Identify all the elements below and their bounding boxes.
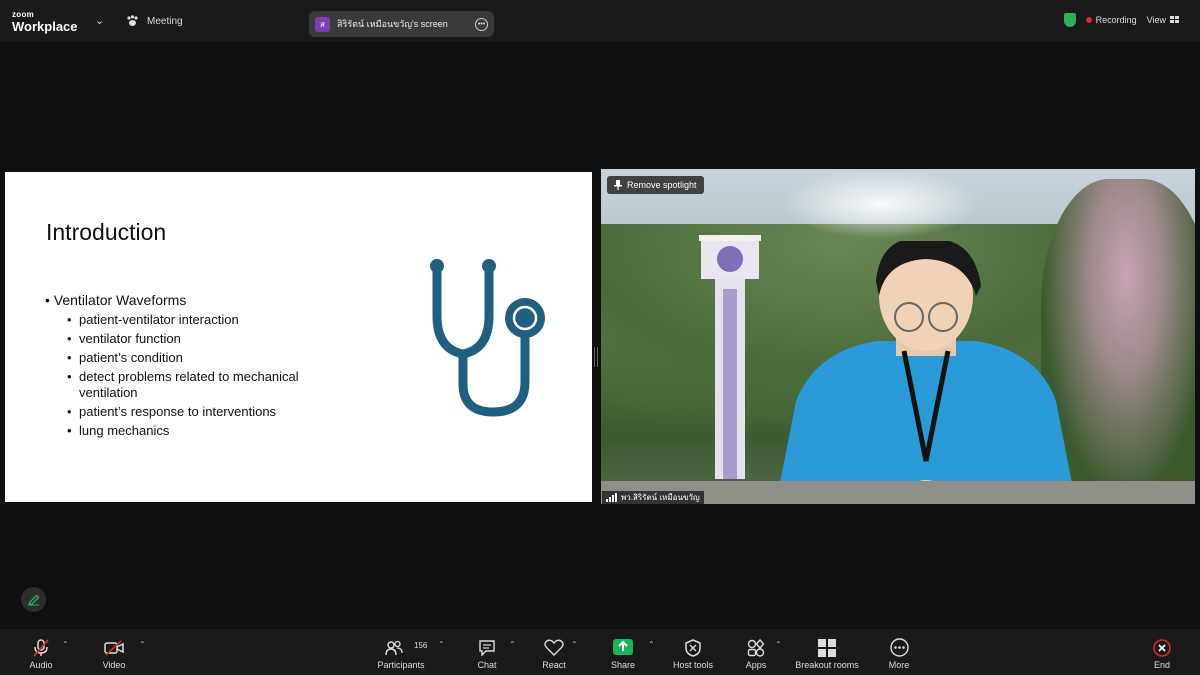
more-button[interactable]: More [884, 629, 914, 675]
host-tools-label: Host tools [672, 660, 714, 670]
end-label: End [1153, 660, 1170, 670]
participants-label: Participants [377, 660, 425, 670]
react-caret-icon[interactable]: ⌃ [571, 640, 578, 649]
top-bar: zoom Workplace ⌄ Meeting ส สิริรัตน์ เหม… [0, 0, 1200, 42]
apps-label: Apps [745, 660, 767, 670]
chat-label: Chat [477, 660, 497, 670]
remove-spotlight-label: Remove spotlight [627, 180, 697, 190]
participants-icon [385, 640, 403, 655]
brand-bottom: Workplace [12, 19, 78, 34]
apps-caret-icon[interactable]: ⌃ [775, 640, 782, 649]
view-grid-icon [1170, 16, 1179, 23]
recording-label: Recording [1095, 15, 1137, 25]
chat-caret-icon[interactable]: ⌃ [509, 640, 516, 649]
share-label: Share [610, 660, 636, 670]
remove-spotlight-button[interactable]: Remove spotlight [607, 176, 704, 194]
view-button[interactable]: View [1147, 15, 1180, 25]
breakout-rooms-icon [818, 638, 836, 657]
slide-bullet-list: patient-ventilator interaction ventilato… [67, 312, 349, 442]
camera-off-icon [104, 639, 124, 656]
host-tools-button[interactable]: Host tools [668, 629, 718, 675]
stethoscope-icon [430, 259, 545, 417]
video-background-mist [781, 169, 981, 239]
participants-button[interactable]: Participants [372, 629, 430, 675]
spotlight-video[interactable] [601, 169, 1195, 504]
list-item: lung mechanics [67, 423, 349, 439]
annotate-pencil-button[interactable] [21, 587, 46, 612]
audio-options-caret-icon[interactable]: ⌃ [62, 640, 69, 649]
mic-muted-icon [33, 638, 49, 657]
video-options-caret-icon[interactable]: ⌃ [139, 640, 146, 649]
meeting-label: Meeting [147, 15, 183, 27]
chat-button[interactable]: Chat [474, 629, 500, 675]
more-label: More [888, 660, 910, 670]
react-button[interactable]: React [538, 629, 570, 675]
apps-button[interactable]: Apps [740, 629, 772, 675]
participant-count: 156 [414, 641, 428, 650]
share-screen-icon [613, 639, 633, 655]
pin-icon [614, 180, 622, 190]
list-item: detect problems related to mechanical ve… [67, 369, 349, 401]
more-ellipsis-icon [889, 638, 909, 657]
chat-bubble-icon [479, 640, 495, 656]
share-button[interactable]: Share [608, 629, 638, 675]
clock-tower-image [699, 235, 761, 479]
meeting-paw-icon [127, 15, 138, 26]
list-item: ventilator function [67, 331, 349, 347]
heart-icon [544, 639, 564, 656]
panel-splitter-handle[interactable] [594, 347, 598, 367]
slide-title: Introduction [46, 219, 167, 245]
screen-share-label: สิริรัตน์ เหมือนขวัญ's screen [337, 19, 448, 29]
presenter-image [776, 241, 1076, 504]
signal-strength-icon [606, 493, 617, 502]
participant-name: พว.สิริรัตน์ เหมือนขวัญ [621, 493, 700, 502]
video-button[interactable]: Video [99, 629, 129, 675]
list-item: patient-ventilator interaction [67, 312, 349, 328]
participants-caret-icon[interactable]: ⌃ [438, 640, 445, 649]
pencil-icon [27, 594, 39, 606]
share-caret-icon[interactable]: ⌃ [648, 640, 655, 649]
audio-label: Audio [29, 660, 53, 670]
react-label: React [542, 660, 566, 670]
slide-level1-text: Ventilator Waveforms [53, 292, 187, 308]
screen-share-indicator[interactable]: ส สิริรัตน์ เหมือนขวัญ's screen ••• [309, 11, 494, 37]
participant-name-tag: พว.สิริรัตน์ เหมือนขวัญ [602, 491, 704, 504]
breakout-rooms-button[interactable]: Breakout rooms [790, 629, 864, 675]
list-item: patient’s response to interventions [67, 404, 349, 420]
video-label: Video [102, 660, 126, 670]
zoom-workplace-logo[interactable]: zoom Workplace [12, 10, 78, 34]
end-meeting-button[interactable]: End [1148, 629, 1176, 675]
chevron-down-icon[interactable]: ⌄ [95, 14, 104, 27]
recording-indicator[interactable]: Recording [1085, 15, 1137, 25]
security-shield-icon[interactable] [1063, 13, 1076, 27]
recording-dot-icon [1085, 17, 1092, 23]
audio-button[interactable]: Audio [26, 629, 56, 675]
meeting-menu[interactable]: Meeting [126, 15, 183, 27]
end-close-icon [1153, 638, 1171, 657]
shared-slide: Introduction • Ventilator Waveforms pati… [5, 172, 592, 502]
sharer-avatar: ส [315, 16, 330, 32]
meeting-toolbar: Audio ⌃ Video ⌃ Participants 156 ⌃ Chat … [0, 629, 1200, 675]
host-shield-icon [685, 638, 701, 657]
list-item: patient’s condition [67, 350, 349, 366]
view-label: View [1146, 15, 1166, 25]
apps-icon [747, 638, 765, 657]
more-options-icon[interactable]: ••• [475, 17, 488, 31]
breakout-rooms-label: Breakout rooms [795, 660, 859, 670]
top-right-controls: Recording View [1063, 13, 1180, 27]
slide-level1-bullet: • Ventilator Waveforms [45, 292, 187, 308]
brand-top: zoom [12, 10, 35, 19]
